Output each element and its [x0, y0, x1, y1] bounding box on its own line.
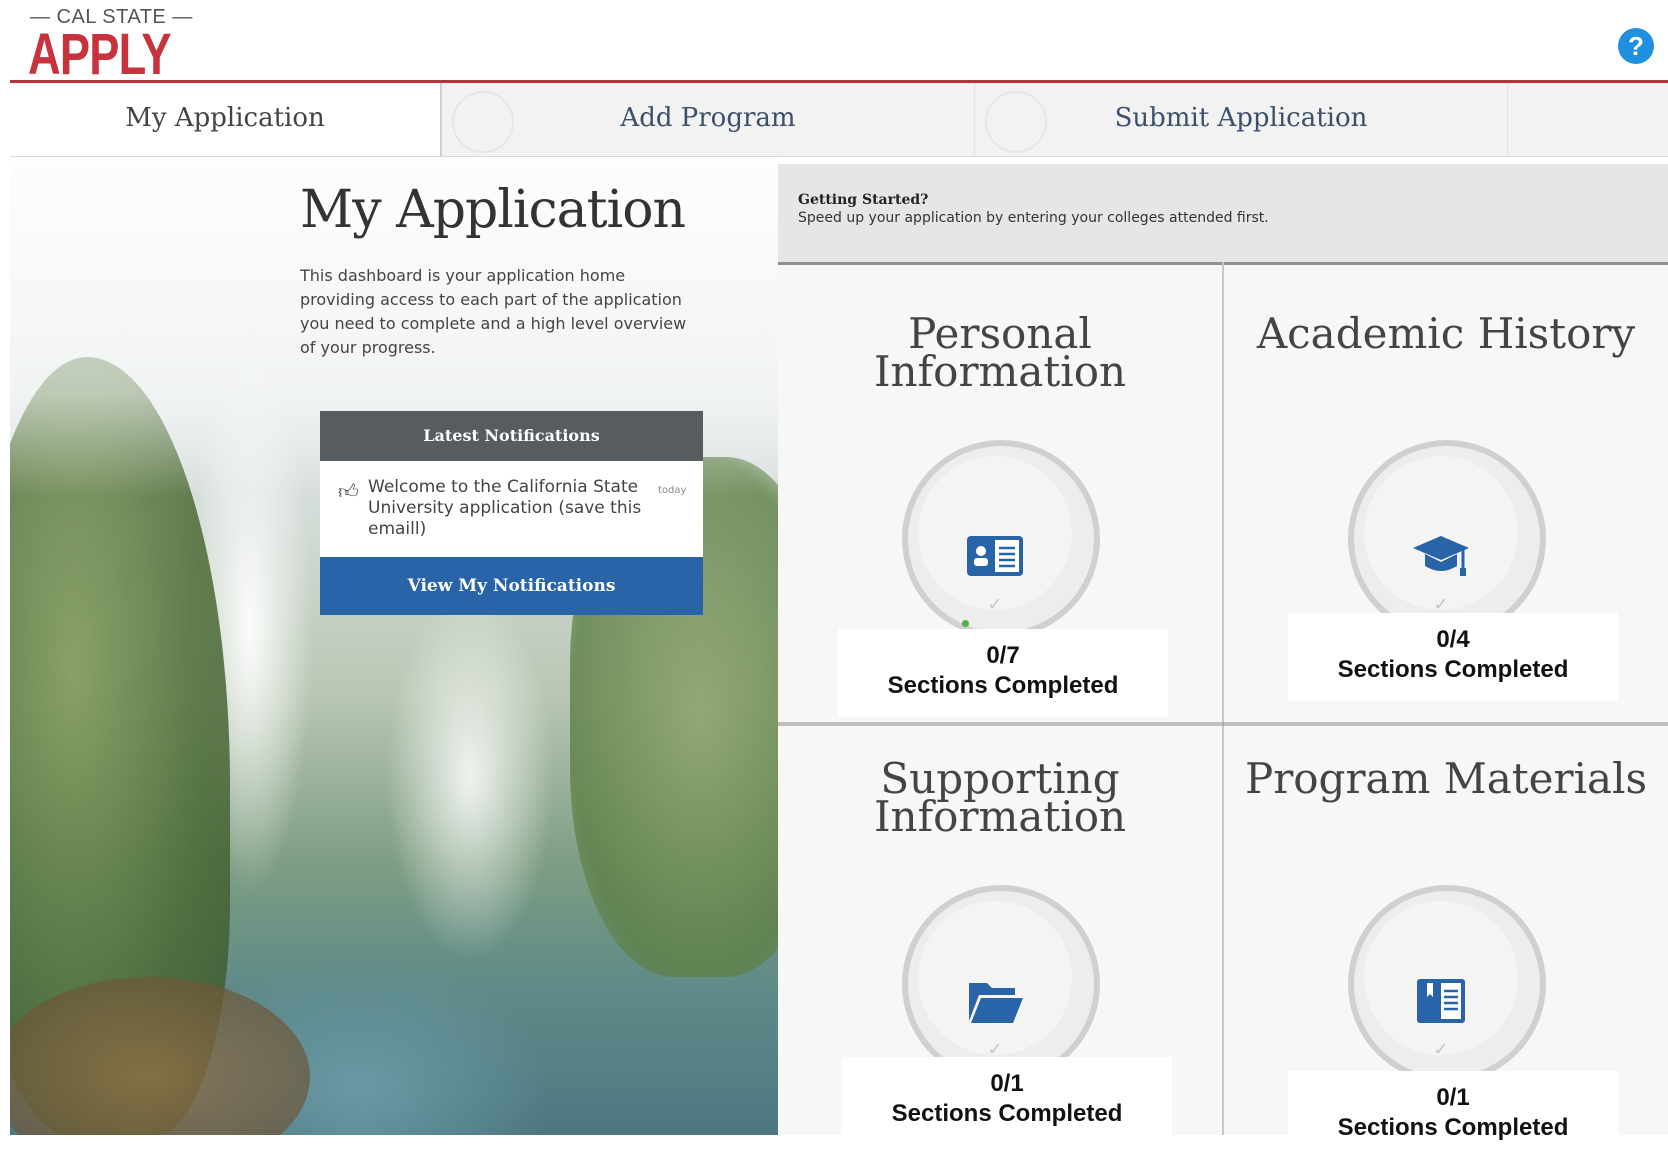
notification-text: Welcome to the California State Universi…	[368, 477, 642, 539]
status-box: 0/1 Sections Completed	[842, 1057, 1172, 1145]
status-box: 0/7 Sections Completed	[838, 629, 1168, 717]
tile-title: Supporting Information	[873, 754, 1127, 841]
thumbs-up-icon: 👍︎	[338, 479, 359, 503]
check-icon: ✓	[1433, 594, 1449, 615]
progress-dot	[962, 620, 969, 627]
sections-label: Sections Completed	[1337, 656, 1569, 683]
tab-my-application[interactable]: My Application	[10, 83, 442, 156]
tile-academic-history[interactable]: Academic History ✓ 0/4 Sections Complete…	[1224, 265, 1668, 711]
tile-divider-horizontal	[778, 722, 1668, 726]
progress-ring: ✓	[902, 440, 1100, 638]
progress-ring: ✓	[902, 885, 1100, 1083]
sections-count: 0/1	[1436, 1084, 1470, 1111]
id-card-icon	[967, 536, 1023, 576]
getting-started-text: Speed up your application by entering yo…	[798, 210, 1269, 226]
sections-label: Sections Completed	[891, 1100, 1123, 1127]
check-icon: ✓	[987, 594, 1003, 615]
notification-time: today	[658, 485, 687, 496]
help-icon[interactable]: ?	[1618, 28, 1654, 64]
tab-submit-application[interactable]: Submit Application	[975, 83, 1508, 156]
progress-panel: Getting Started? Speed up your applicati…	[778, 164, 1668, 1159]
progress-ring: ✓	[1348, 440, 1546, 638]
app-header: — CAL STATE — APPLY ?	[0, 0, 1668, 84]
check-icon: ✓	[1433, 1039, 1449, 1060]
sections-count: 0/1	[990, 1070, 1024, 1097]
sections-count: 0/7	[986, 642, 1020, 669]
folder-icon	[969, 983, 1023, 1023]
tile-title: Personal Information	[873, 309, 1127, 396]
page-intro: This dashboard is your application home …	[300, 266, 687, 357]
tile-divider-vertical	[1222, 262, 1224, 1135]
open-book-icon	[1417, 979, 1465, 1023]
add-program-ghost-icon	[452, 91, 514, 153]
submit-ghost-icon	[985, 91, 1047, 153]
tree-foliage-lower	[10, 977, 310, 1135]
graduation-cap-icon	[1413, 536, 1469, 576]
tile-personal-information[interactable]: Personal Information ✓ 0/7 Sections Comp	[778, 265, 1222, 717]
main-nav: My Application Add Program Submit Applic…	[10, 83, 1668, 157]
notifications-header: Latest Notifications	[320, 411, 703, 461]
getting-started-title: Getting Started?	[798, 192, 929, 208]
getting-started-banner[interactable]: Getting Started? Speed up your applicati…	[778, 164, 1668, 265]
tile-title: Program Materials	[1244, 754, 1648, 803]
notification-item[interactable]: 👍︎ Welcome to the California State Unive…	[320, 461, 703, 557]
tab-add-program[interactable]: Add Program	[442, 83, 975, 156]
view-notifications-button[interactable]: View My Notifications	[320, 557, 703, 615]
tile-program-materials[interactable]: Program Materials ✓ 0/1 Sections Complet…	[1224, 710, 1668, 1159]
sections-count: 0/4	[1436, 626, 1470, 653]
sections-label: Sections Completed	[887, 672, 1119, 699]
tab-submit-application-label: Submit Application	[1114, 103, 1368, 133]
status-box: 0/4 Sections Completed	[1288, 613, 1618, 701]
progress-ring: ✓	[1348, 885, 1546, 1083]
status-box: 0/1 Sections Completed	[1288, 1071, 1618, 1159]
tile-title: Academic History	[1256, 309, 1636, 358]
tile-supporting-information[interactable]: Supporting Information ✓ 0/1 Sections Co…	[778, 710, 1222, 1156]
notifications-panel: Latest Notifications 👍︎ Welcome to the C…	[320, 411, 703, 615]
tab-add-program-label: Add Program	[620, 103, 796, 133]
sections-label: Sections Completed	[1337, 1114, 1569, 1141]
logo-apply[interactable]: APPLY	[28, 26, 172, 84]
page-title: My Application	[300, 180, 686, 240]
